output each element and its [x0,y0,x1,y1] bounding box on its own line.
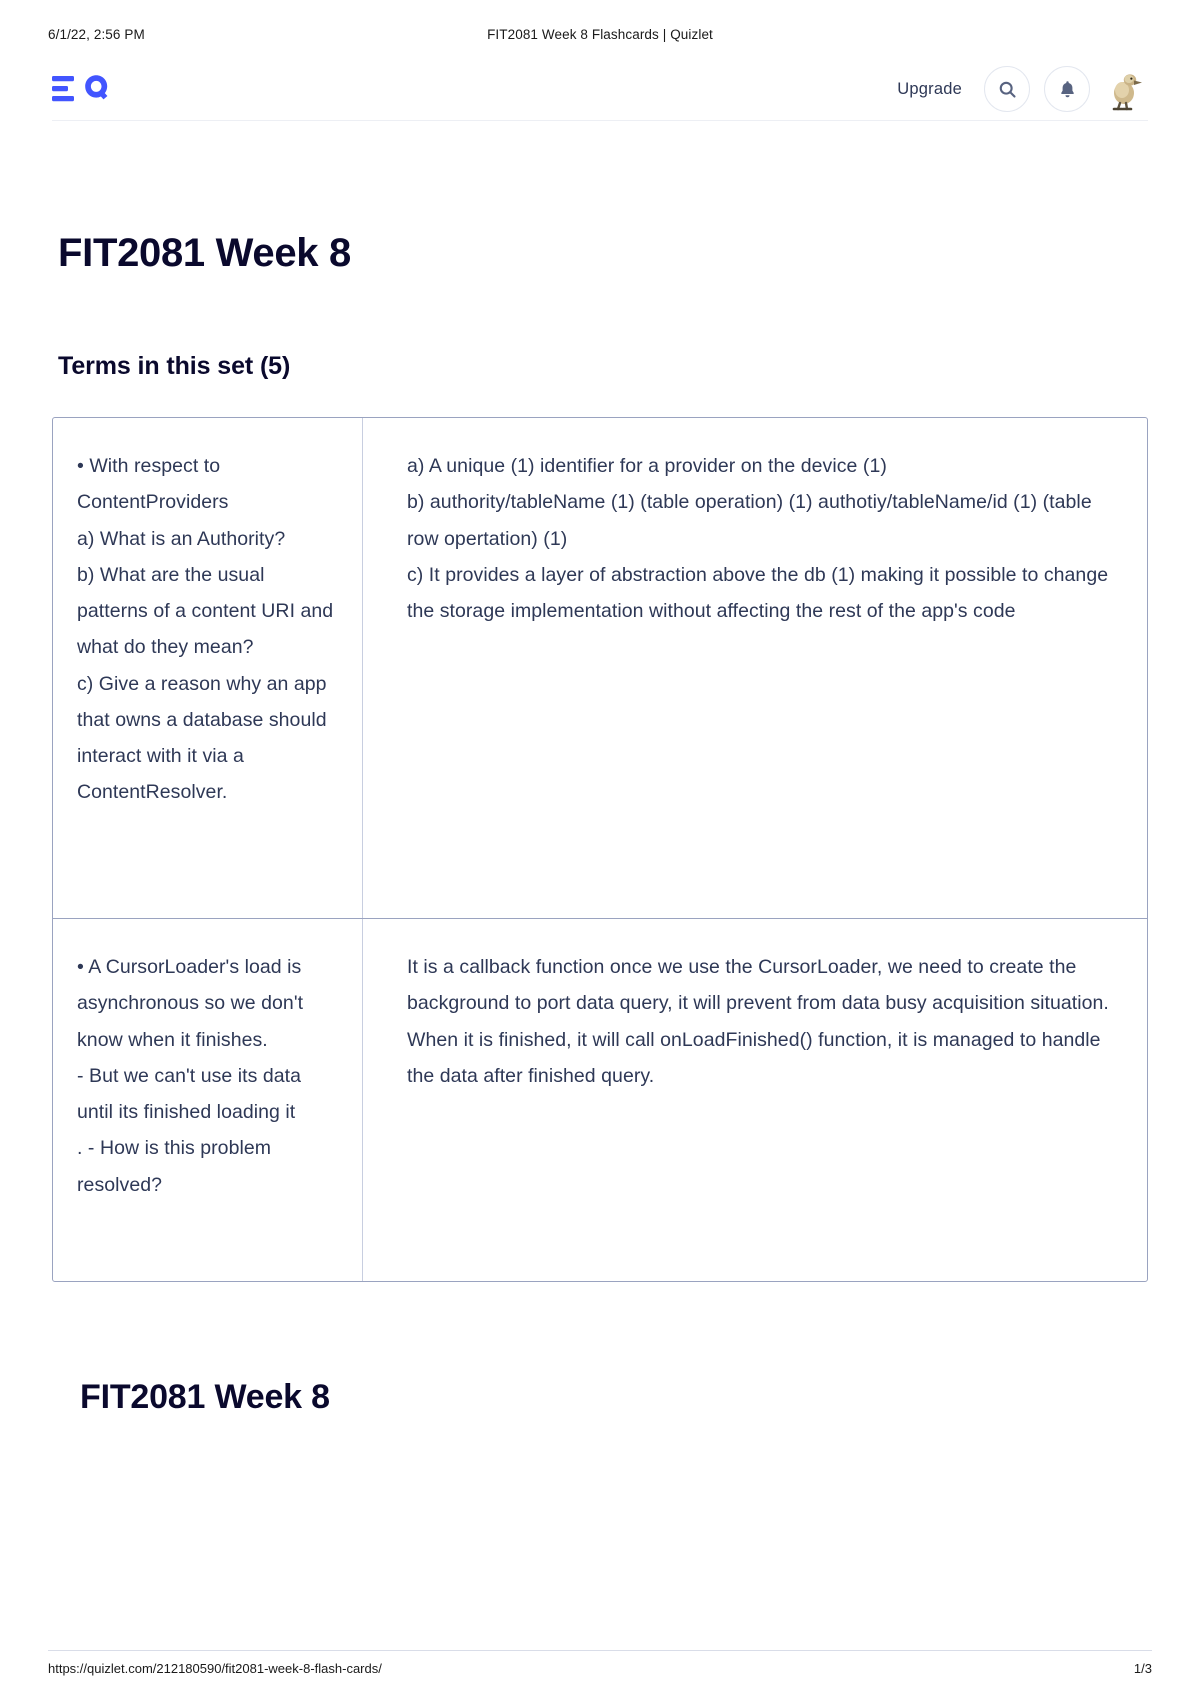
search-icon [999,81,1016,98]
bottom-set-title: FIT2081 Week 8 [80,1378,330,1416]
notifications-button[interactable] [1044,66,1090,112]
flashcard-row[interactable]: • A CursorLoader's load is asynchronous … [53,919,1147,1281]
quizlet-logo-icon [52,75,108,102]
duckling-avatar-icon [1112,74,1142,111]
search-button[interactable] [984,66,1030,112]
bell-icon [1060,80,1074,97]
print-footer-page-number: 1/3 [1133,1661,1152,1676]
flashcard-row[interactable]: • With respect to ContentProviders a) Wh… [53,418,1147,919]
quizlet-logo[interactable] [52,67,112,111]
print-date: 6/1/22, 2:56 PM [48,26,145,42]
flashcard-list: • With respect to ContentProviders a) Wh… [52,417,1148,1282]
user-avatar[interactable] [1106,67,1146,111]
upgrade-link[interactable]: Upgrade [897,80,962,99]
nav-actions: Upgrade [897,66,1148,112]
print-footer: https://quizlet.com/212180590/fit2081-we… [48,1650,1152,1676]
flashcard-definition: It is a callback function once we use th… [407,956,1109,1087]
print-page-title: FIT2081 Week 8 Flashcards | Quizlet [487,26,713,42]
flashcard-definition: a) A unique (1) identifier for a provide… [407,455,1109,623]
site-navigation-bar: Upgrade [52,58,1148,121]
flashcard-term: • A CursorLoader's load is asynchronous … [53,919,363,1281]
print-footer-url: https://quizlet.com/212180590/fit2081-we… [48,1661,382,1676]
printed-page: 6/1/22, 2:56 PM FIT2081 Week 8 Flashcard… [0,0,1200,1698]
main-content: FIT2081 Week 8 Terms in this set (5) • W… [52,150,1148,1417]
print-header: 6/1/22, 2:56 PM FIT2081 Week 8 Flashcard… [48,24,1152,44]
set-title: FIT2081 Week 8 [58,231,352,275]
flashcard-term: • With respect to ContentProviders a) Wh… [53,418,363,918]
terms-in-set-heading: Terms in this set (5) [58,352,291,380]
